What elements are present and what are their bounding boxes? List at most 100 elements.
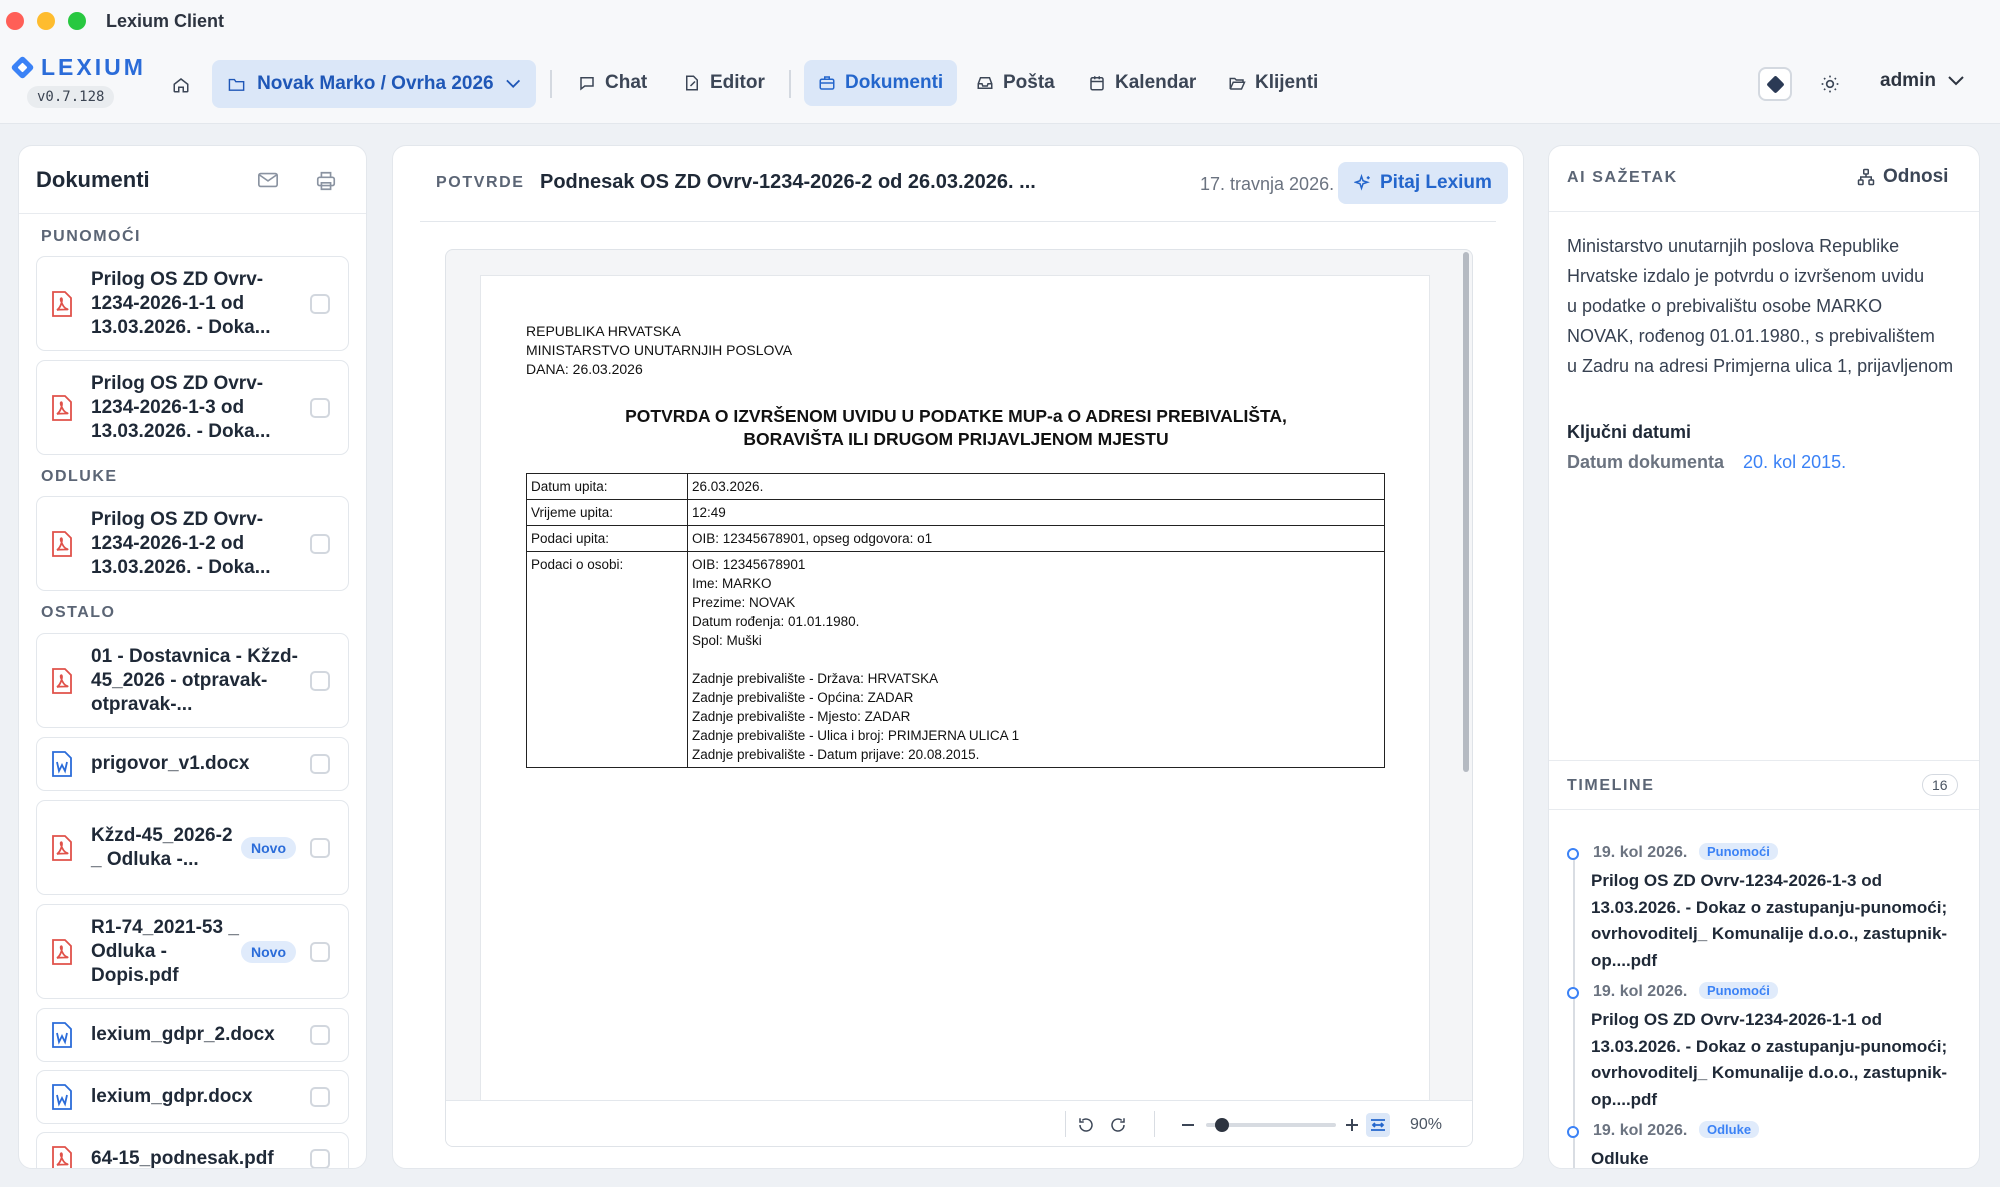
- sun-icon: [1821, 75, 1839, 93]
- summary-line: Hrvatske izdalo je potvrdu o izvršenom u…: [1567, 266, 1925, 286]
- table-value: OIB: 12345678901, opseg odgovora: o1: [687, 525, 1385, 552]
- document-checkbox[interactable]: [310, 1149, 330, 1168]
- nav-mail-label: Pošta: [1003, 72, 1055, 93]
- document-item[interactable]: 64-15_podnesak.pdf: [36, 1132, 349, 1168]
- document-item[interactable]: Prilog OS ZD Ovrv-1234-2026-1-1 od 13.03…: [36, 256, 349, 351]
- document-title: Podnesak OS ZD Ovrv-1234-2026-2 od 26.03…: [540, 171, 1036, 193]
- person-line: Zadnje prebivalište - Država: HRVATSKA: [692, 671, 939, 686]
- timeline-tag: Odluke: [1699, 1121, 1760, 1138]
- document-checkbox[interactable]: [310, 754, 330, 774]
- plus-icon: [1346, 1119, 1358, 1131]
- fit-width-icon: [1371, 1119, 1385, 1131]
- table-value: 26.03.2026.: [687, 473, 1385, 500]
- ask-lexium-button[interactable]: Pitaj Lexium: [1338, 162, 1508, 204]
- document-checkbox[interactable]: [310, 1087, 330, 1107]
- document-checkbox[interactable]: [310, 293, 330, 314]
- document-checkbox[interactable]: [310, 941, 330, 962]
- user-name: admin: [1880, 70, 1936, 91]
- key-date-value[interactable]: 20. kol 2015.: [1743, 452, 1846, 472]
- minimize-window-button[interactable]: [37, 12, 55, 30]
- zoom-slider-handle[interactable]: [1214, 1118, 1229, 1132]
- nav-calendar-label: Kalendar: [1115, 72, 1197, 93]
- word-icon: [52, 1084, 72, 1110]
- case-selector-value: Novak Marko / Ovrha 2026: [257, 73, 494, 94]
- timeline-dot: [1567, 1126, 1579, 1138]
- close-window-button[interactable]: [6, 12, 24, 30]
- nav-chat[interactable]: Chat: [564, 60, 661, 106]
- print-icon[interactable]: [315, 170, 337, 192]
- document-checkbox[interactable]: [310, 397, 330, 418]
- maximize-window-button[interactable]: [68, 12, 86, 30]
- relations-button[interactable]: Odnosi: [1857, 166, 1948, 188]
- pdf-icon: [52, 667, 72, 694]
- document-item[interactable]: lexium_gdpr.docx: [36, 1070, 349, 1124]
- chevron-down-icon: [505, 79, 520, 88]
- home-button[interactable]: [168, 72, 194, 98]
- fit-width-button[interactable]: [1366, 1113, 1390, 1137]
- rotate-left-icon: [1079, 1118, 1093, 1132]
- pdf-viewer[interactable]: REPUBLIKA HRVATSKA MINISTARSTVO UNUTARNJ…: [445, 249, 1473, 1147]
- timeline-count-badge: 16: [1922, 774, 1958, 796]
- document-checkbox[interactable]: [310, 837, 330, 858]
- rotate-left-button[interactable]: [1076, 1115, 1096, 1135]
- document-name: lexium_gdpr.docx: [91, 1086, 253, 1107]
- nav-editor-label: Editor: [710, 72, 765, 93]
- timeline-label: TIMELINE: [1567, 777, 1655, 794]
- person-line: Zadnje prebivalište - Datum prijave: 20.…: [692, 747, 980, 762]
- document-item[interactable]: Kžzd-45_2026-2 _ Odluka -... Novo: [36, 800, 349, 895]
- edit-document-icon: [686, 75, 698, 91]
- folder-open-icon: [1229, 77, 1246, 90]
- zoom-level: 90%: [1410, 1116, 1443, 1133]
- app-logo[interactable]: LEXIUM: [10, 54, 146, 81]
- diamond-icon: [1765, 74, 1785, 94]
- document-checkbox[interactable]: [310, 670, 330, 691]
- page-header-line: DANA: 26.03.2026: [526, 361, 643, 377]
- person-line: Zadnje prebivalište - Ulica i broj: PRIM…: [692, 728, 1020, 743]
- document-checkbox[interactable]: [310, 533, 330, 554]
- brand-name: LEXIUM: [41, 54, 146, 80]
- person-line: Zadnje prebivalište - Mjesto: ZADAR: [692, 709, 911, 724]
- pdf-icon: [52, 834, 72, 861]
- document-item[interactable]: 01 - Dostavnica - Kžzd-45_2026 - otprava…: [36, 633, 349, 728]
- timeline-item[interactable]: 19. kol 2026. Odluke Odluke: [1567, 1121, 1967, 1168]
- document-name: lexium_gdpr_2.docx: [91, 1024, 275, 1045]
- key-date-row: Datum dokumenta 20. kol 2015.: [1567, 452, 1846, 473]
- version-badge: v0.7.128: [27, 86, 115, 108]
- case-selector[interactable]: Novak Marko / Ovrha 2026: [212, 60, 536, 108]
- ai-summary-label: AI SAŽETAK: [1567, 169, 1678, 186]
- timeline-text: Odluke: [1591, 1149, 1649, 1168]
- user-menu[interactable]: admin: [1880, 70, 1964, 92]
- mail-icon[interactable]: [257, 170, 279, 190]
- document-date: 17. travnja 2026.: [1200, 174, 1335, 194]
- pdf-icon: [52, 938, 72, 965]
- nav-documents[interactable]: Dokumenti: [804, 60, 958, 106]
- document-checkbox[interactable]: [310, 1025, 330, 1045]
- nav-mail[interactable]: Pošta: [962, 60, 1069, 106]
- ai-summary-panel: AI SAŽETAK Odnosi Ministarstvo unutarnji…: [1548, 145, 1980, 1169]
- document-item[interactable]: lexium_gdpr_2.docx: [36, 1008, 349, 1062]
- timeline-dot: [1567, 848, 1579, 860]
- relations-label: Odnosi: [1883, 166, 1949, 187]
- zoom-out-button[interactable]: [1178, 1115, 1198, 1135]
- rotate-right-button[interactable]: [1108, 1115, 1128, 1135]
- section-label-ostalo: OSTALO: [41, 604, 116, 621]
- table-row: Podaci upita: OIB: 12345678901, opseg od…: [526, 525, 1385, 552]
- ai-assistant-button[interactable]: [1758, 67, 1792, 101]
- timeline-item[interactable]: 19. kol 2026. Punomoći Prilog OS ZD Ovrv…: [1567, 982, 1967, 1113]
- zoom-in-button[interactable]: [1342, 1115, 1362, 1135]
- table-key: Podaci upita:: [526, 525, 688, 552]
- document-item[interactable]: Prilog OS ZD Ovrv-1234-2026-1-2 od 13.03…: [36, 496, 349, 591]
- timeline-tag: Punomoći: [1699, 982, 1778, 999]
- document-item[interactable]: R1-74_2021-53 _ Odluka - Dopis.pdf Novo: [36, 904, 349, 999]
- theme-toggle-button[interactable]: [1816, 70, 1844, 98]
- person-line: Ime: MARKO: [692, 576, 772, 591]
- nav-editor[interactable]: Editor: [669, 60, 779, 106]
- timeline-date: 19. kol 2026.: [1593, 844, 1688, 861]
- document-item[interactable]: Prilog OS ZD Ovrv-1234-2026-1-3 od 13.03…: [36, 360, 349, 455]
- nav-calendar[interactable]: Kalendar: [1074, 60, 1210, 106]
- timeline-item[interactable]: 19. kol 2026. Punomoći Prilog OS ZD Ovrv…: [1567, 843, 1967, 974]
- viewer-scrollbar[interactable]: [1463, 252, 1469, 772]
- document-item[interactable]: prigovor_v1.docx: [36, 737, 349, 791]
- pdf-page: REPUBLIKA HRVATSKA MINISTARSTVO UNUTARNJ…: [480, 275, 1430, 1115]
- nav-clients[interactable]: Klijenti: [1214, 60, 1332, 106]
